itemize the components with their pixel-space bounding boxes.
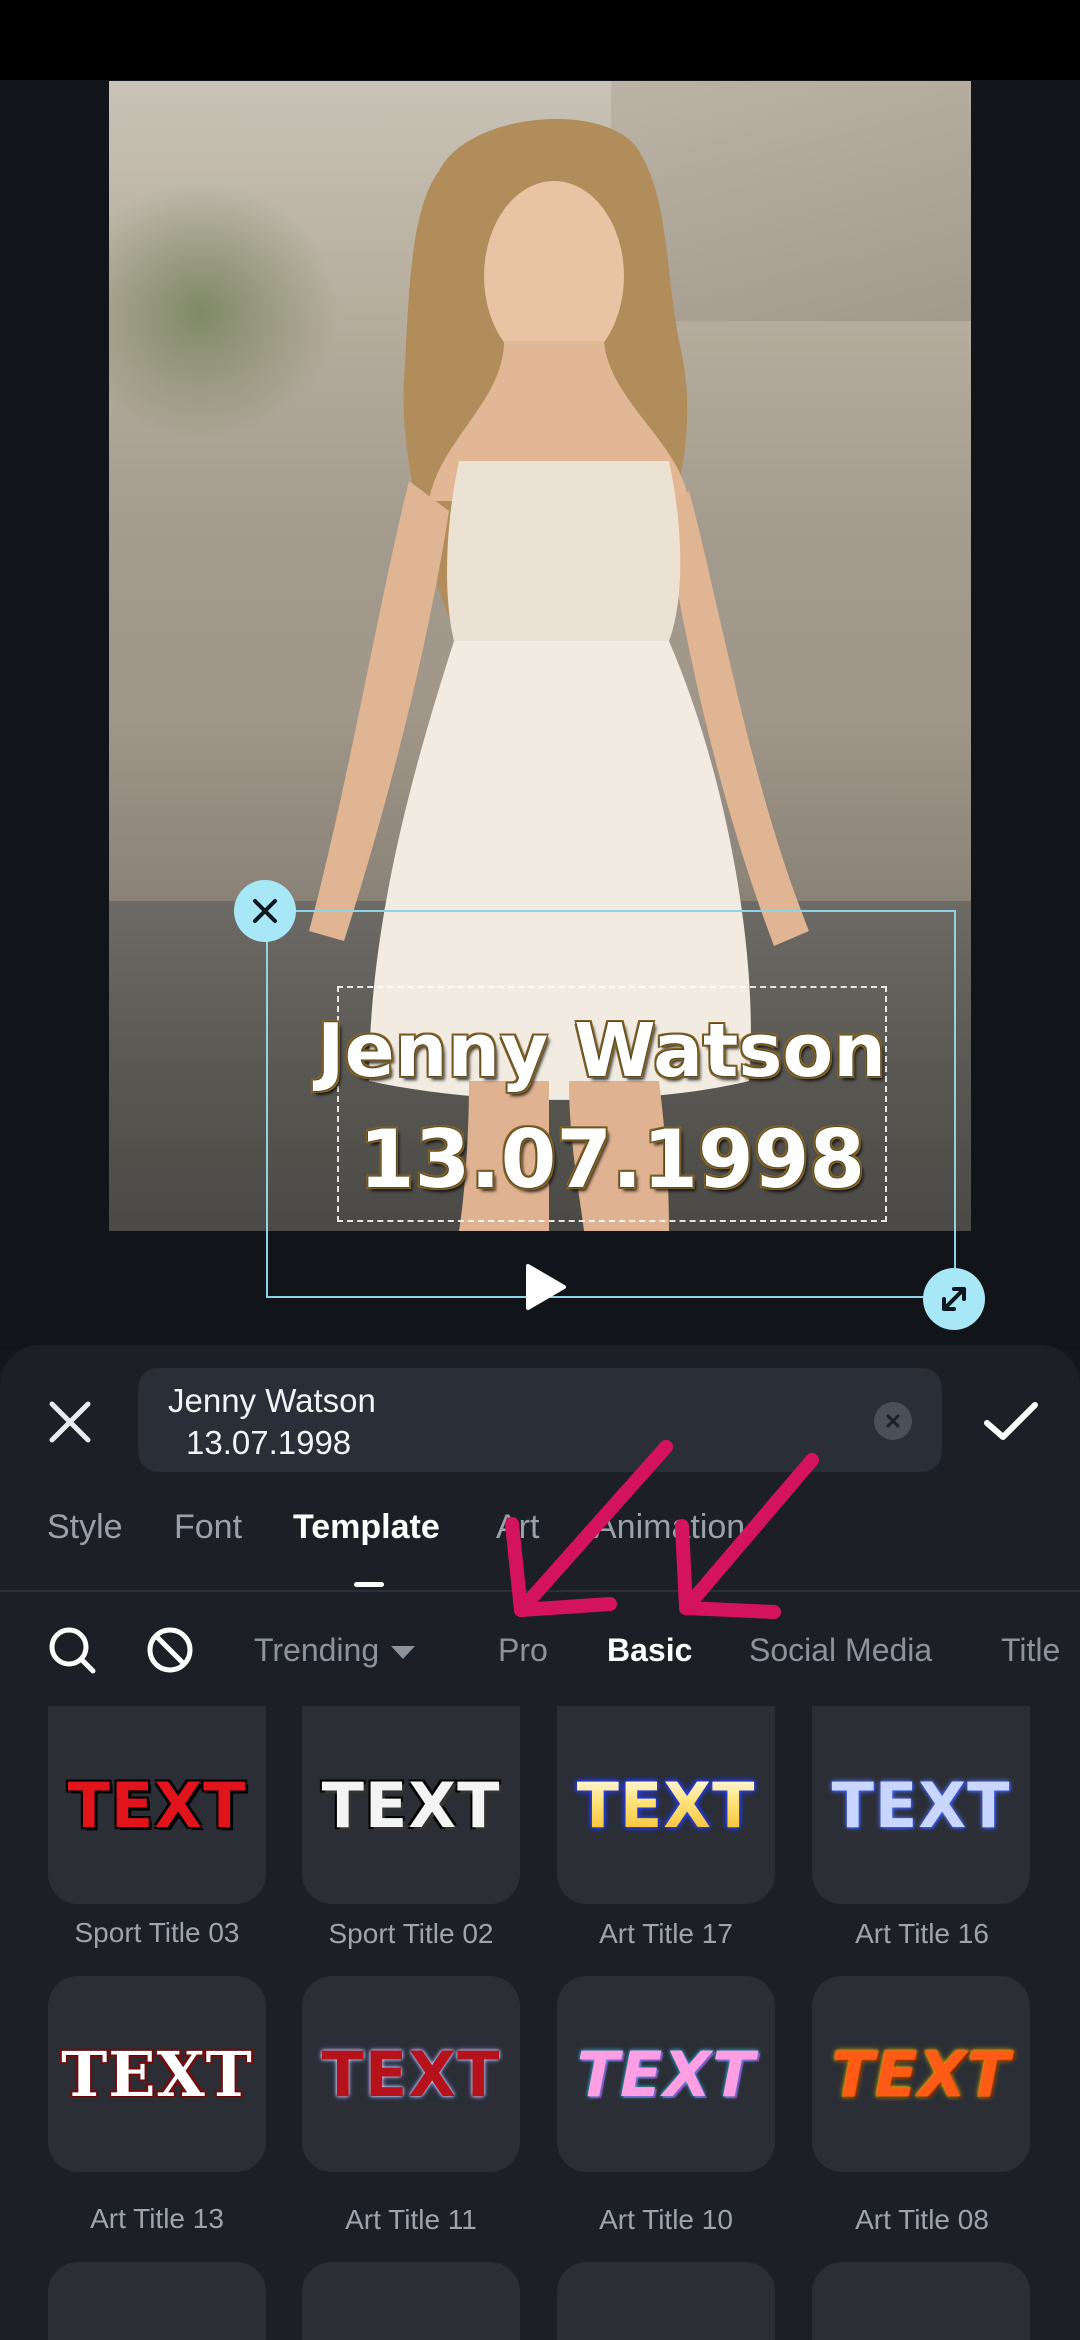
no-style-button[interactable] [142, 1622, 198, 1678]
tab-divider [0, 1590, 1080, 1592]
template-tile-art-title-11[interactable]: TEXT [302, 1976, 520, 2172]
template-label: Art Title 08 [855, 2204, 989, 2235]
template-label: Art Title 11 [345, 2204, 477, 2235]
template-tile-sport-title-02[interactable]: TEXT [302, 1706, 520, 1904]
category-pro[interactable]: Pro [498, 1632, 548, 1669]
close-button[interactable] [40, 1392, 100, 1452]
template-preview-text: TEXT [831, 2037, 1011, 2111]
template-preview-text: TEXT [831, 1768, 1011, 1842]
category-trending[interactable]: Trending [254, 1632, 416, 1669]
category-title[interactable]: Title [1001, 1632, 1060, 1669]
template-label: Art Title 10 [599, 2204, 733, 2235]
template-label: Art Title 17 [599, 1918, 733, 1949]
delete-text-handle[interactable] [234, 880, 296, 942]
template-label: Sport Title 03 [74, 1917, 240, 1948]
play-icon [526, 1264, 566, 1310]
template-label: Art Title 16 [855, 1918, 989, 1949]
template-label: Art Title 13 [90, 2203, 224, 2234]
tab-font[interactable]: Font [174, 1508, 242, 1547]
template-preview-text: TEXT [61, 2037, 253, 2111]
text-input-field[interactable]: Jenny Watson 13.07.1998 [138, 1368, 942, 1472]
template-tile[interactable] [302, 2262, 520, 2340]
category-social-media[interactable]: Social Media [749, 1632, 932, 1669]
search-icon [49, 1627, 96, 1674]
play-button[interactable] [520, 1262, 570, 1312]
caret-down-icon [391, 1646, 416, 1660]
no-style-icon [147, 1627, 193, 1673]
clear-text-button[interactable] [874, 1402, 912, 1440]
template-tile-art-title-17[interactable]: TEXT [557, 1706, 775, 1904]
status-bar [0, 0, 1080, 80]
active-tab-indicator [354, 1582, 384, 1587]
resize-text-handle[interactable] [923, 1268, 985, 1330]
checkmark-icon [984, 1402, 1038, 1440]
close-icon [49, 1401, 91, 1443]
clear-icon [886, 1414, 900, 1428]
template-preview-text: TEXT [321, 1768, 501, 1842]
tab-style[interactable]: Style [47, 1508, 123, 1547]
category-trending-label: Trending [254, 1632, 380, 1668]
tab-template[interactable]: Template [293, 1508, 440, 1547]
screen: Jenny Watson 13.07.1998 Jenny Watson 13.… [0, 0, 1080, 2340]
input-text-line-2: 13.07.1998 [186, 1424, 352, 1461]
template-preview-text: TEXT [67, 1768, 247, 1842]
template-tile[interactable] [48, 2262, 266, 2340]
search-button[interactable] [44, 1622, 100, 1678]
template-tile-art-title-16[interactable]: TEXT [812, 1706, 1030, 1904]
template-tile[interactable] [812, 2262, 1030, 2340]
tab-art[interactable]: Art [496, 1508, 539, 1547]
template-tile-art-title-08[interactable]: TEXT [812, 1976, 1030, 2172]
template-preview-text: TEXT [576, 2037, 756, 2111]
template-tile-art-title-10[interactable]: TEXT [557, 1976, 775, 2172]
template-tile[interactable] [557, 2262, 775, 2340]
template-tile-art-title-13[interactable]: TEXT [48, 1976, 266, 2172]
confirm-button[interactable] [978, 1388, 1044, 1454]
tab-animation[interactable]: Animation [594, 1508, 745, 1547]
template-preview-text: TEXT [321, 2037, 501, 2111]
close-icon [253, 899, 277, 923]
text-selection-box[interactable] [266, 910, 956, 1298]
template-preview-text: TEXT [576, 1768, 756, 1842]
template-label: Sport Title 02 [328, 1918, 494, 1949]
template-tile-sport-title-03[interactable]: TEXT [48, 1706, 266, 1904]
input-text-line-1: Jenny Watson [168, 1382, 376, 1419]
resize-icon [942, 1287, 966, 1311]
category-basic[interactable]: Basic [607, 1632, 692, 1669]
